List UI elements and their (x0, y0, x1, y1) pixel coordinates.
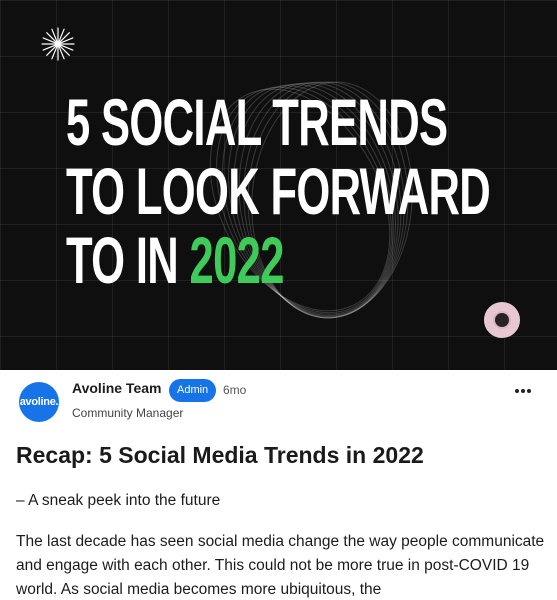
hero-banner: 5 SOCIAL TRENDS TO LOOK FORWARD TO IN 20… (0, 0, 557, 370)
author-role: Community Manager (72, 406, 184, 420)
hero-title-line-2: TO LOOK FORWARD (66, 154, 491, 228)
ring-icon (484, 302, 520, 338)
post-body: The last decade has seen social media ch… (16, 533, 545, 598)
burst-icon (41, 27, 75, 61)
admin-badge: Admin (169, 379, 217, 402)
avatar[interactable]: avoline. (19, 382, 59, 422)
more-horizontal-icon (515, 389, 519, 393)
post-card: avoline. Avoline Team Admin 6mo Communit… (0, 370, 557, 600)
post-title: Recap: 5 Social Media Trends in 2022 (16, 442, 424, 468)
more-options-button[interactable] (512, 384, 534, 398)
post-timestamp[interactable]: 6mo (223, 383, 246, 397)
hero-title: 5 SOCIAL TRENDS TO LOOK FORWARD TO IN 20… (66, 85, 491, 295)
hero-title-year: 2022 (189, 223, 285, 297)
more-horizontal-icon (527, 389, 531, 393)
hero-title-line-1: 5 SOCIAL TRENDS (66, 85, 448, 159)
hero-title-line-3: TO IN 2022 (66, 226, 490, 295)
post-subtitle: – A sneak peek into the future (16, 492, 221, 509)
author-name[interactable]: Avoline Team (72, 380, 161, 396)
hero-title-line-3-prefix: TO IN (66, 223, 190, 297)
more-horizontal-icon (521, 389, 525, 393)
